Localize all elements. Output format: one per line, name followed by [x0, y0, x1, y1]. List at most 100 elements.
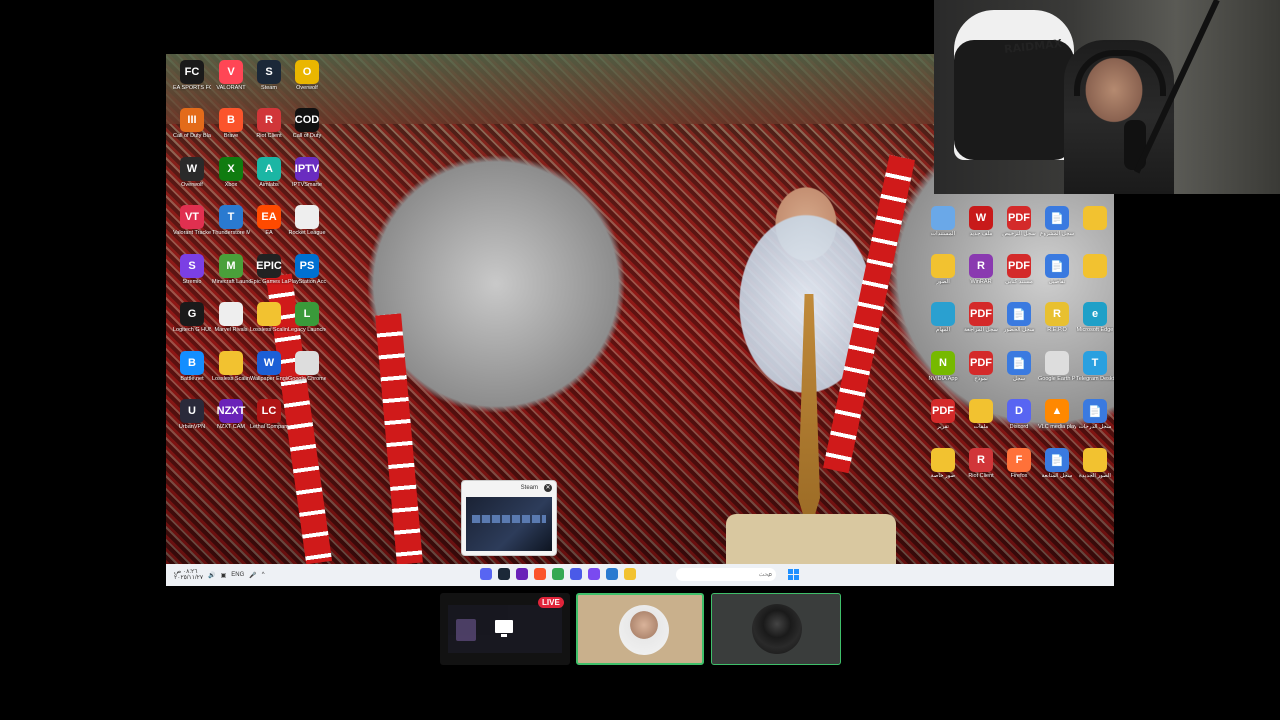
desktop-icon[interactable]: 📄 سجل الدرجات [1076, 399, 1114, 430]
desktop-icon[interactable]: LC Lethal Company [250, 399, 288, 430]
desktop-icon[interactable]: صور خاصة [924, 448, 962, 479]
discord-taskbar-icon[interactable] [480, 568, 492, 580]
desktop-icon[interactable]: U UrbanVPN [173, 399, 211, 430]
steam-taskbar-preview[interactable]: Steam ✕ [461, 480, 557, 556]
desktop-icon[interactable]: Marvel Rivals [212, 302, 250, 333]
desktop-icon[interactable] [1076, 254, 1114, 279]
desktop-icon[interactable]: D Discord [1000, 399, 1038, 430]
desktop-icon[interactable] [1076, 206, 1114, 231]
desktop-icon[interactable]: IIICall of Duty Black Ops III [173, 108, 211, 139]
desktop-icon[interactable]: PDF سجل الترخيص [1000, 206, 1038, 237]
desktop-icon[interactable]: e Microsoft Edge [1076, 302, 1114, 333]
desktop-icon[interactable]: V VALORANT [212, 60, 250, 91]
desktop-icon[interactable]: المهام [924, 302, 962, 333]
desktop-icon[interactable]: VT Valorant Tracker [173, 205, 211, 236]
desktop-icon[interactable]: ▲VLC media player [1038, 399, 1076, 430]
desktop-icon[interactable]: A Aimlabs [250, 157, 288, 188]
app-icon [1083, 206, 1107, 230]
desktop-icon[interactable]: NZXT NZXT CAM [212, 399, 250, 430]
desktop-icon[interactable]: PDF مستند كتابي [1000, 254, 1038, 285]
desktop-icon[interactable]: W ملف جديد [962, 206, 1000, 237]
desktop-icon[interactable]: PDF نموذج [962, 351, 1000, 382]
desktop-icon[interactable]: MMinecraft Launcher [212, 254, 250, 285]
app-icon: V [219, 60, 243, 84]
desktop-icon[interactable]: EPICEpic Games Launcher [250, 254, 288, 285]
explorer-taskbar-icon[interactable] [624, 568, 636, 580]
desktop-icon[interactable]: W Overwolf [173, 157, 211, 188]
desktop-icon[interactable]: Lossless Scaling [250, 302, 288, 333]
participant-tile[interactable] [711, 593, 841, 665]
nzxt-taskbar-icon[interactable] [516, 568, 528, 580]
desktop-icon[interactable]: L Legacy Launcher [288, 302, 326, 333]
desktop-icon[interactable]: COD Call of Duty [288, 108, 326, 139]
desktop-icon-label: تفاصيل [1048, 279, 1066, 285]
participant-tile[interactable] [576, 593, 704, 665]
desktop-icon[interactable]: B Battle.net [173, 351, 211, 382]
desktop-icon[interactable]: TThunderstore Mod Manager [212, 205, 250, 236]
desktop-icon[interactable]: S Steam [250, 60, 288, 91]
steam-taskbar-icon[interactable] [498, 568, 510, 580]
desktop-icon[interactable]: R WinRAR [962, 254, 1000, 285]
desktop-icon-label: Battle.net [180, 376, 204, 382]
desktop-icon[interactable]: Rocket League [288, 205, 326, 236]
desktop-icon[interactable]: Google Earth Pro [1038, 351, 1076, 382]
desktop-icon[interactable]: S Stremio [173, 254, 211, 285]
desktop-icon[interactable]: F Firefox [1000, 448, 1038, 479]
desktop-icon[interactable]: الصور [924, 254, 962, 285]
desktop-icon-label: سجل الحضور [1003, 327, 1035, 333]
taskbar-search-input[interactable]: بحث [676, 568, 776, 581]
desktop-icon[interactable]: TTelegram Desktop [1076, 351, 1114, 382]
windows-start-icon[interactable] [788, 569, 799, 580]
chrome-taskbar-icon[interactable] [552, 568, 564, 580]
desktop-icon[interactable]: 📄 سجل المتابعة [1038, 448, 1076, 479]
language-indicator[interactable]: ENG [231, 572, 244, 578]
desktop-icon[interactable]: 📄 سجل [1000, 351, 1038, 382]
desktop-icon[interactable]: PDF تقرير [924, 399, 962, 430]
microphone-icon[interactable]: 🎤 [249, 572, 256, 579]
close-icon[interactable]: ✕ [544, 484, 552, 492]
desktop-icon[interactable]: 📄 سجل الحضور [1000, 302, 1038, 333]
desktop-icon[interactable]: IPTV IPTVSmarte [288, 157, 326, 188]
desktop-icon[interactable]: R Riot Client [962, 448, 1000, 479]
avatar [752, 604, 802, 654]
desktop-icon[interactable]: X Xbox [212, 157, 250, 188]
desktop-icon-label: EA SPORTS FC™ 26 [173, 85, 211, 91]
desktop-icon[interactable]: B Brave [212, 108, 250, 139]
brave-taskbar-icon[interactable] [534, 568, 546, 580]
messenger-taskbar-icon[interactable] [588, 568, 600, 580]
wallpaper-scarf-middle [375, 313, 423, 564]
app-icon: R [1045, 302, 1069, 326]
desktop-icon[interactable]: Google Chrome [288, 351, 326, 382]
chevron-up-icon[interactable]: ^ [262, 572, 265, 578]
desktop-icon[interactable]: FCEA SPORTS FC™ 26 [173, 60, 211, 91]
tray-clock[interactable]: ٠٨:٢٦ ص ٢٠٢٥/١١/٢٧ [174, 569, 203, 581]
desktop-icon[interactable]: N NVIDIA App [924, 351, 962, 382]
search-icon[interactable]: ⌕ [768, 570, 772, 580]
display-icon[interactable]: ▣ [221, 572, 227, 579]
desktop-icon-label: Xbox [224, 182, 238, 188]
desktop-icon[interactable]: O Overwolf [288, 60, 326, 91]
desktop-icon-label: Lethal Company [250, 424, 288, 430]
desktop-icon[interactable]: PSPlayStation Accessories [288, 254, 326, 285]
desktop-icon[interactable]: Lossless Scaling [212, 351, 250, 382]
desktop-icon[interactable]: الصور الجديدة [1076, 448, 1114, 479]
desktop-icon[interactable]: G Logitech G HUB [173, 302, 211, 333]
app-taskbar-icon[interactable] [570, 568, 582, 580]
screen-share-tile[interactable]: LIVE [440, 593, 570, 665]
desktop-icon[interactable]: R Riot Client [250, 108, 288, 139]
steam-preview-thumbnail[interactable] [466, 497, 552, 551]
desktop-icon[interactable]: R R.E.P.O [1038, 302, 1076, 333]
desktop-icon[interactable]: 📄 تفاصيل [1038, 254, 1076, 285]
desktop-icon[interactable]: EA EA [250, 205, 288, 236]
app-icon: A [257, 157, 281, 181]
desktop-icon[interactable]: WWallpaper Engine [250, 351, 288, 382]
desktop-icon[interactable]: المستندات [924, 206, 962, 237]
system-tray: ٠٨:٢٦ ص ٢٠٢٥/١١/٢٧ 🔊 ▣ ENG 🎤 ^ [174, 564, 265, 586]
volume-icon[interactable]: 🔊 [208, 572, 215, 579]
desktop-icon[interactable]: PDF سجل المراجعة [962, 302, 1000, 333]
store-taskbar-icon[interactable] [606, 568, 618, 580]
desktop-icon-label: Thunderstore Mod Manager [212, 230, 250, 236]
desktop-icon[interactable]: ملفات [962, 399, 1000, 430]
app-icon: LC [257, 399, 281, 423]
desktop-icon[interactable]: 📄 سجل المشروع [1038, 206, 1076, 237]
